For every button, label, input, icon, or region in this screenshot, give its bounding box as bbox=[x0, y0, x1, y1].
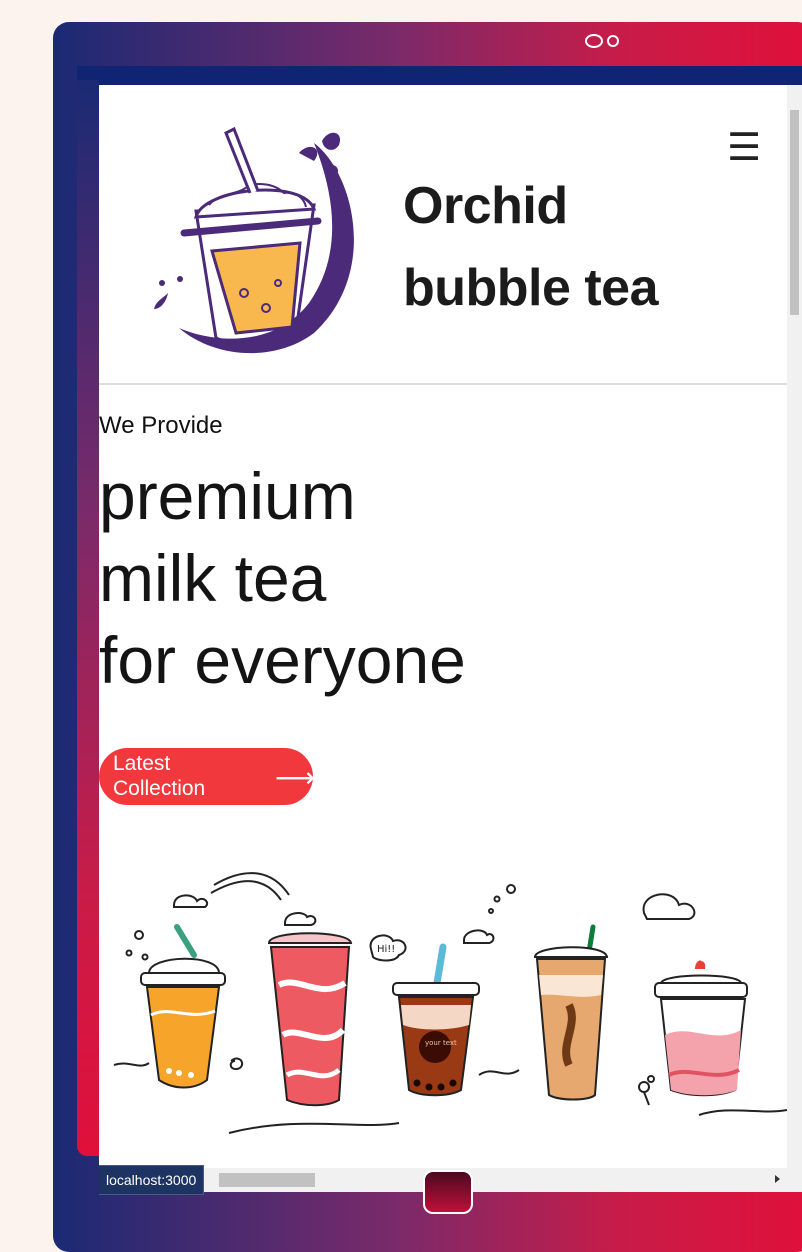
latest-collection-button[interactable]: Latest Collection ⟶ bbox=[99, 748, 316, 805]
vertical-scrollbar[interactable] bbox=[787, 85, 802, 1168]
brand-line-1: Orchid bbox=[403, 177, 568, 235]
brand-line-2: bubble tea bbox=[403, 259, 659, 317]
front-camera bbox=[585, 34, 619, 48]
headline-line-2: milk tea bbox=[99, 541, 327, 615]
horizontal-scroll-thumb[interactable] bbox=[219, 1173, 315, 1187]
headline-line-1: premium bbox=[99, 459, 356, 533]
bubble-tea-logo-icon bbox=[154, 126, 354, 354]
status-url: localhost:3000 bbox=[99, 1165, 205, 1195]
headline-line-3: for everyone bbox=[99, 623, 466, 697]
screen-left-edge bbox=[77, 80, 99, 1156]
hero-headline: premium milk tea for everyone bbox=[99, 455, 466, 701]
header-divider bbox=[99, 383, 787, 385]
browser-viewport: Orchid bubble tea ☰ We Provide premium m… bbox=[99, 85, 787, 1168]
cup-label-text: your text bbox=[425, 1039, 457, 1047]
cup-note-text: Hi!! bbox=[377, 944, 395, 955]
hero-eyebrow: We Provide bbox=[99, 412, 223, 439]
scroll-right-arrow-icon[interactable] bbox=[775, 1175, 780, 1183]
vertical-scroll-thumb[interactable] bbox=[790, 110, 799, 315]
bubble-tea-cups-illustration: Hi!! your text bbox=[113, 872, 787, 1134]
cta-label: Latest Collection bbox=[113, 752, 206, 800]
home-button[interactable] bbox=[423, 1170, 473, 1214]
hamburger-menu-icon[interactable]: ☰ bbox=[727, 125, 761, 169]
camera-sensor-icon bbox=[607, 35, 619, 47]
camera-lens-icon bbox=[585, 34, 603, 48]
arrow-right-icon: ⟶ bbox=[275, 761, 316, 794]
brand-name[interactable]: Orchid bubble tea bbox=[403, 165, 659, 329]
